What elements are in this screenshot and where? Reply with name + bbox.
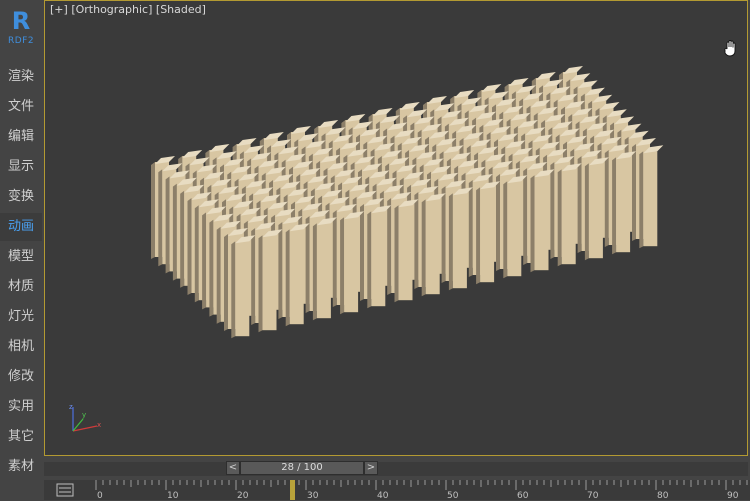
- sidebar-item[interactable]: 变换: [0, 183, 42, 211]
- sidebar-item[interactable]: 材质: [0, 273, 42, 301]
- time-slider-bar: < 28 / 100 >: [44, 459, 748, 479]
- logo-letter: R: [11, 7, 31, 35]
- key-mode-icon[interactable]: [56, 483, 74, 497]
- main-toolbar: R RDF2 渲染 文件 编辑 显示 变换 动画 模型 材质 灯光 相机 修改 实用 其它 素材: [0, 0, 42, 500]
- next-frame-button[interactable]: >: [364, 461, 378, 475]
- sidebar-item[interactable]: 素材: [0, 453, 42, 481]
- previous-frame-button[interactable]: <: [226, 461, 240, 475]
- sidebar-item[interactable]: 编辑: [0, 123, 42, 151]
- shading-mode-button[interactable]: [Shaded]: [156, 3, 206, 16]
- current-frame-marker[interactable]: [290, 480, 295, 500]
- sidebar-item[interactable]: 模型: [0, 243, 42, 271]
- time-slider-handle[interactable]: 28 / 100: [240, 461, 364, 475]
- sidebar-item[interactable]: 显示: [0, 153, 42, 181]
- viewport-menu-button[interactable]: [+]: [50, 3, 68, 16]
- sidebar-item[interactable]: 相机: [0, 333, 42, 361]
- app-logo: R RDF2: [0, 8, 42, 46]
- view-type-button[interactable]: [Orthographic]: [71, 3, 152, 16]
- sidebar-item[interactable]: 其它: [0, 423, 42, 451]
- svg-text:x: x: [97, 421, 101, 429]
- sidebar-item[interactable]: 灯光: [0, 303, 42, 331]
- sidebar-item[interactable]: 渲染: [0, 63, 42, 91]
- sidebar-item[interactable]: 实用: [0, 393, 42, 421]
- pillar[interactable]: [639, 145, 664, 249]
- viewport-label: [+] [Orthographic] [Shaded]: [50, 3, 206, 16]
- viewport[interactable]: [+] [Orthographic] [Shaded] z x y: [44, 0, 748, 456]
- timeline-ruler[interactable]: 0 10 20 30 40 50 60 70 80 90: [44, 480, 750, 501]
- scene-canvas[interactable]: [45, 1, 747, 455]
- hand-icon[interactable]: [723, 39, 739, 57]
- svg-text:z: z: [69, 403, 73, 411]
- time-track[interactable]: [44, 462, 748, 476]
- sidebar-item[interactable]: 文件: [0, 93, 42, 121]
- logo-subtitle: RDF2: [7, 36, 35, 46]
- sidebar-item[interactable]: 修改: [0, 363, 42, 391]
- svg-text:y: y: [82, 411, 86, 419]
- axis-gizmo-icon: z x y: [69, 403, 101, 432]
- sidebar-item[interactable]: 动画: [0, 213, 42, 241]
